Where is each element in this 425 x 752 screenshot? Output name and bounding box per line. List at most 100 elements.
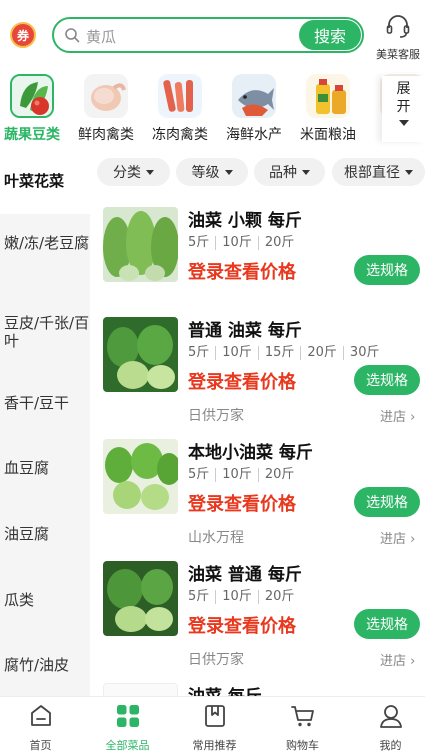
cart-icon (290, 706, 314, 727)
spec-option: 30斤 (342, 346, 386, 360)
bottom-nav: 首页 全部菜品 常用推荐 购物车 我的 (0, 696, 425, 752)
headset-icon (386, 15, 410, 38)
caret-down-icon (146, 169, 154, 175)
coupon-icon[interactable]: 券 (10, 22, 36, 48)
sidebar-item-tofu[interactable]: 嫩/冻/老豆腐 (0, 234, 90, 252)
search-icon (65, 28, 80, 43)
home-icon (30, 705, 51, 726)
tab-all-products[interactable]: 全部菜品 (85, 703, 170, 752)
product-card[interactable]: 油菜 每斤 (90, 676, 425, 696)
caret-down-icon (405, 169, 413, 175)
app-root: 券 黄瓜 搜索 美菜客服 蔬果豆类 鲜肉禽类 冻肉禽类 海鲜水产 米面粮油 展 … (0, 0, 425, 752)
filter-variety-dropdown[interactable]: 品种 (254, 158, 325, 186)
product-card[interactable]: 本地小油菜 每斤 5斤 10斤 20斤 登录查看价格 选规格 山水万程 进店 › (90, 432, 425, 554)
chevron-down-icon (398, 120, 409, 126)
store-name: 山水万程 (188, 530, 244, 546)
category-label: 米面粮油 (300, 127, 356, 143)
category-label: 蔬果豆类 (4, 127, 60, 143)
top-bar: 券 黄瓜 搜索 美菜客服 (0, 0, 425, 70)
product-image (103, 561, 178, 636)
filter-bar: 分类 等级 品种 根部直径 (90, 150, 425, 196)
enter-store-link[interactable]: 进店 › (380, 650, 415, 669)
product-image (103, 317, 178, 392)
login-to-view-price-link[interactable]: 登录查看价格 (188, 490, 296, 516)
product-title: 油菜 每斤 (188, 682, 262, 696)
product-title: 油菜 小颗 每斤 (188, 211, 302, 231)
login-to-view-price-link[interactable]: 登录查看价格 (188, 258, 296, 284)
spec-option: 5斤 (188, 345, 210, 360)
product-card[interactable]: 油菜 小颗 每斤 5斤 10斤 20斤 登录查看价格 选规格 (90, 200, 425, 310)
product-title: 油菜 普通 每斤 (188, 565, 302, 585)
category-item-fresh-meat[interactable]: 鲜肉禽类 (69, 74, 143, 144)
search-bar[interactable]: 黄瓜 搜索 (52, 17, 364, 53)
select-spec-button[interactable]: 选规格 (354, 487, 420, 517)
sidebar-item-fried-tofu[interactable]: 油豆腐 (0, 525, 90, 543)
category-item-produce[interactable]: 蔬果豆类 (0, 74, 69, 144)
spec-option: 15斤 (257, 346, 301, 360)
tab-home[interactable]: 首页 (0, 703, 83, 752)
filter-label: 分类 (113, 165, 141, 181)
product-title: 普通 油菜 每斤 (188, 321, 302, 341)
enter-store-link[interactable]: 进店 › (380, 406, 415, 425)
filter-grade-dropdown[interactable]: 等级 (176, 158, 248, 186)
category-item-frozen-meat[interactable]: 冻肉禽类 (143, 74, 217, 144)
select-spec-button[interactable]: 选规格 (354, 255, 420, 285)
sidebar-item-melons[interactable]: 瓜类 (0, 591, 90, 609)
login-to-view-price-link[interactable]: 登录查看价格 (188, 612, 296, 638)
tab-label: 全部菜品 (105, 739, 150, 752)
oil-icon (306, 74, 350, 118)
tab-recommended[interactable]: 常用推荐 (172, 703, 257, 752)
category-item-grain-oil[interactable]: 米面粮油 (291, 74, 365, 144)
tab-label: 首页 (29, 739, 52, 752)
tab-label: 购物车 (286, 739, 319, 752)
sidebar-item-yuba[interactable]: 腐竹/油皮 (0, 656, 90, 674)
sidebar-item-blood-tofu[interactable]: 血豆腐 (0, 459, 90, 477)
spec-option: 20斤 (257, 590, 301, 604)
product-specs: 5斤 10斤 20斤 (188, 468, 300, 482)
select-spec-button[interactable]: 选规格 (354, 609, 420, 639)
product-specs: 5斤 10斤 15斤 20斤 30斤 (188, 346, 385, 360)
category-item-seafood[interactable]: 海鲜水产 (217, 74, 291, 144)
customer-service-button[interactable]: 美菜客服 (372, 14, 424, 62)
grid-icon (116, 705, 139, 727)
tab-label: 常用推荐 (192, 739, 237, 752)
tab-cart[interactable]: 购物车 (260, 703, 345, 752)
sidebar-item-leafy-greens[interactable]: 叶菜花菜 (0, 150, 90, 214)
filter-label: 根部直径 (344, 165, 400, 181)
spec-option: 20斤 (300, 346, 343, 360)
spec-option: 20斤 (257, 468, 301, 482)
category-label: 鲜肉禽类 (78, 127, 134, 143)
tab-label: 我的 (379, 739, 402, 752)
spec-option: 5斤 (188, 589, 210, 604)
enter-store-link[interactable]: 进店 › (380, 528, 415, 547)
seafood-icon (232, 74, 276, 118)
frozen-meat-icon (158, 74, 202, 118)
category-label: 海鲜水产 (226, 127, 282, 143)
spec-option: 5斤 (188, 235, 210, 250)
product-card[interactable]: 普通 油菜 每斤 5斤 10斤 15斤 20斤 30斤 登录查看价格 选规格 日… (90, 310, 425, 432)
vegetable-icon (10, 74, 54, 118)
spec-option: 10斤 (215, 590, 258, 604)
expand-categories-button[interactable]: 展 开 (382, 76, 425, 142)
search-input[interactable]: 黄瓜 (86, 26, 116, 47)
caret-down-icon (224, 169, 233, 175)
spec-option: 10斤 (215, 468, 258, 482)
filter-root-diameter-dropdown[interactable]: 根部直径 (332, 158, 425, 186)
spec-option: 10斤 (215, 236, 258, 250)
tab-me[interactable]: 我的 (348, 703, 425, 752)
sidebar-item-dried-tofu[interactable]: 香干/豆干 (0, 394, 90, 412)
product-card[interactable]: 油菜 普通 每斤 5斤 10斤 20斤 登录查看价格 选规格 日供万家 进店 › (90, 554, 425, 676)
caret-down-icon (302, 169, 310, 175)
filter-category-dropdown[interactable]: 分类 (97, 158, 170, 186)
select-spec-button[interactable]: 选规格 (354, 365, 420, 395)
sidebar-item-tofu-skin[interactable]: 豆皮/千张/百叶 (0, 314, 90, 350)
category-strip: 蔬果豆类 鲜肉禽类 冻肉禽类 海鲜水产 米面粮油 展 开 (0, 72, 425, 148)
meat-icon (84, 74, 128, 118)
product-title: 本地小油菜 每斤 (188, 443, 313, 463)
login-to-view-price-link[interactable]: 登录查看价格 (188, 368, 296, 394)
search-button[interactable]: 搜索 (299, 20, 361, 50)
expand-label: 展 (396, 81, 411, 97)
filter-label: 品种 (269, 165, 297, 181)
category-label: 冻肉禽类 (152, 127, 208, 143)
product-specs: 5斤 10斤 20斤 (188, 236, 300, 250)
